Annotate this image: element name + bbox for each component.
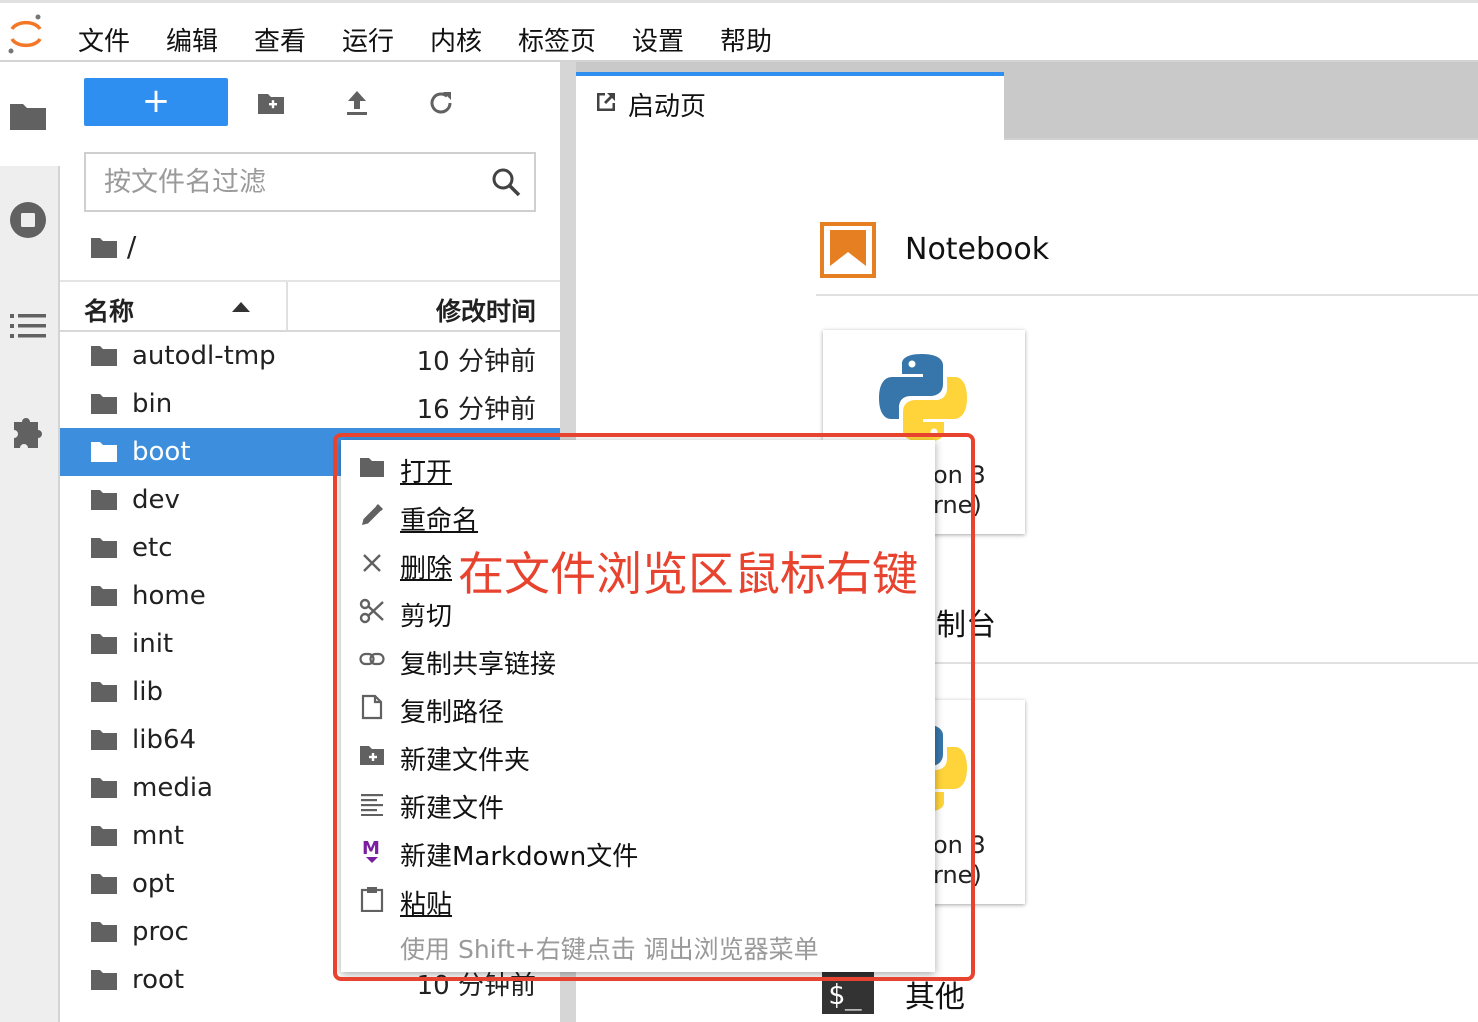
upload-icon[interactable] [342, 88, 372, 118]
menu-file[interactable]: 文件 [78, 21, 130, 58]
file-name: init [132, 629, 174, 659]
menu-kernel[interactable]: 内核 [430, 21, 482, 58]
menu-tabs[interactable]: 标签页 [518, 21, 596, 58]
notebook-icon [820, 222, 876, 278]
menu-edit[interactable]: 编辑 [166, 21, 218, 58]
folder-icon [91, 922, 117, 942]
file-name: etc [132, 533, 173, 563]
file-name: dev [132, 485, 180, 515]
menu-bar: 文件 编辑 查看 运行 内核 标签页 设置 帮助 [0, 0, 1478, 62]
new-folder-icon[interactable] [256, 88, 286, 118]
file-name: lib64 [132, 725, 197, 755]
file-name: proc [132, 917, 189, 947]
column-divider[interactable] [286, 282, 288, 330]
folder-icon[interactable] [8, 96, 48, 136]
file-name: autodl-tmp [132, 341, 276, 371]
annotation-highlight-box [333, 433, 975, 981]
file-name: lib [132, 677, 163, 707]
file-name: home [132, 581, 206, 611]
sort-ascending-icon [232, 302, 250, 312]
extension-icon[interactable] [8, 412, 48, 452]
filter-field [84, 152, 536, 212]
column-name-header[interactable]: 名称 [84, 292, 134, 328]
breadcrumb[interactable]: / [90, 230, 136, 266]
section-divider [816, 294, 1478, 296]
python-icon [879, 354, 967, 442]
folder-icon [91, 730, 117, 750]
folder-icon [91, 442, 117, 462]
breadcrumb-root[interactable]: / [127, 230, 136, 263]
folder-icon [91, 538, 117, 558]
tab-launcher[interactable]: 启动页 [576, 72, 1004, 140]
file-modified: 16 分钟前 [416, 395, 536, 425]
menu-settings[interactable]: 设置 [632, 21, 684, 58]
svg-text:$_: $_ [828, 978, 862, 1012]
file-row[interactable]: autodl-tmp 10 分钟前 [60, 332, 560, 380]
file-list-header: 名称 修改时间 [60, 280, 560, 332]
annotation-text: 在文件浏览区鼠标右键 [458, 547, 918, 601]
folder-icon [91, 634, 117, 654]
file-name: root [132, 965, 185, 995]
tab-bar: 启动页 [576, 62, 1478, 140]
section-title-notebook: Notebook [905, 232, 1050, 267]
toc-icon[interactable] [8, 306, 48, 346]
folder-icon [91, 874, 117, 894]
folder-icon [91, 586, 117, 606]
file-name: opt [132, 869, 175, 899]
activity-bar [0, 62, 60, 1022]
file-modified: 10 分钟前 [416, 347, 536, 377]
folder-icon [91, 394, 117, 414]
running-icon[interactable] [8, 200, 48, 240]
folder-icon [91, 346, 117, 366]
new-launcher-button[interactable]: + [84, 78, 228, 126]
file-name: mnt [132, 821, 184, 851]
folder-icon [91, 778, 117, 798]
search-icon[interactable] [490, 166, 522, 198]
menu-help[interactable]: 帮助 [720, 21, 772, 58]
menu-run[interactable]: 运行 [342, 21, 394, 58]
column-modified-header[interactable]: 修改时间 [436, 292, 536, 328]
menu-view[interactable]: 查看 [254, 21, 306, 58]
filter-input[interactable] [104, 162, 484, 202]
folder-icon [91, 490, 117, 510]
tab-label: 启动页 [628, 92, 707, 122]
file-name: bin [132, 389, 173, 419]
launch-icon [597, 93, 615, 111]
jupyter-logo [8, 14, 42, 54]
file-name: boot [132, 437, 191, 467]
folder-icon [91, 826, 117, 846]
file-name: media [132, 773, 213, 803]
file-row[interactable]: bin 16 分钟前 [60, 380, 560, 428]
folder-icon [91, 238, 117, 258]
folder-icon [91, 682, 117, 702]
folder-icon [91, 970, 117, 990]
refresh-icon[interactable] [426, 88, 456, 118]
